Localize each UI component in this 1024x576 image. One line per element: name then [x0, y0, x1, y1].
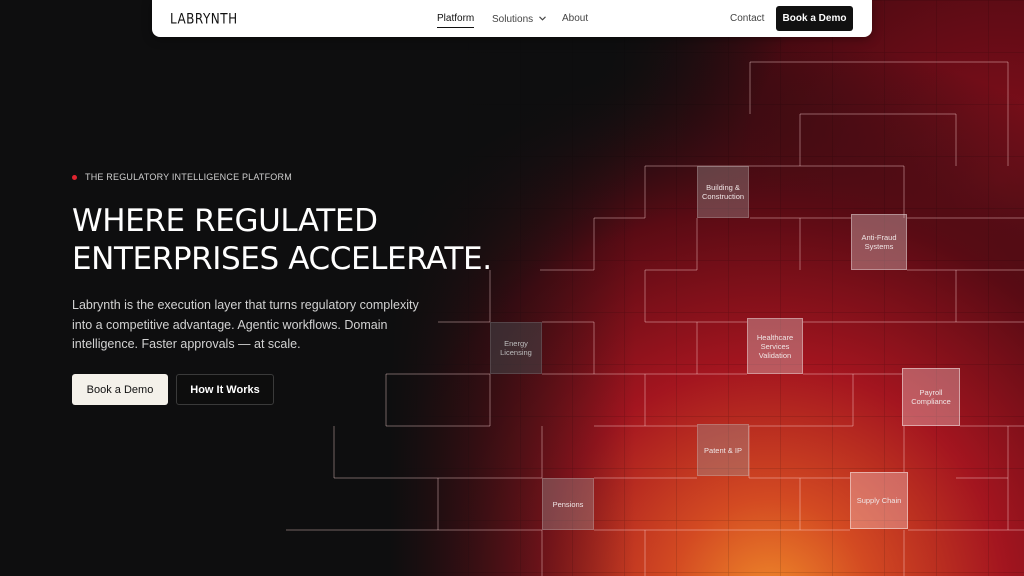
top-navbar: LABRYNTH Platform Solutions About Contac… — [152, 0, 872, 37]
how-it-works-button[interactable]: How It Works — [176, 374, 274, 405]
book-demo-button[interactable]: Book a Demo — [72, 374, 168, 405]
nav-link-label: Contact — [730, 13, 765, 24]
book-demo-nav-button[interactable]: Book a Demo — [776, 6, 853, 31]
eyebrow-text: THE REGULATORY INTELLIGENCE PLATFORM — [85, 172, 292, 182]
nav-link-about[interactable]: About — [562, 13, 588, 24]
headline-line-1: WHERE REGULATED — [72, 203, 378, 239]
tile-energy-licensing[interactable]: Energy Licensing — [490, 322, 542, 374]
nav-link-platform[interactable]: Platform — [437, 13, 475, 28]
headline-line-2: ENTERPRISES ACCELERATE. — [72, 241, 492, 277]
tile-supply-chain[interactable]: Supply Chain — [850, 472, 908, 529]
active-underline — [437, 27, 475, 28]
nav-link-solutions[interactable]: Solutions — [492, 13, 547, 25]
nav-link-label: About — [562, 13, 589, 24]
tile-building-construction[interactable]: Building & Construction — [697, 166, 749, 218]
hero-subtext: Labrynth is the execution layer that tur… — [72, 298, 419, 351]
hero-headline: WHERE REGULATED ENTERPRISES ACCELERATE. — [72, 202, 542, 278]
nav-link-contact[interactable]: Contact — [730, 13, 764, 24]
nav-link-label: Platform — [437, 13, 475, 24]
nav-link-label: Solutions — [492, 14, 534, 25]
tile-payroll-compliance[interactable]: Payroll Compliance — [902, 368, 960, 426]
tile-pensions[interactable]: Pensions — [542, 478, 594, 530]
tile-healthcare-validation[interactable]: Healthcare Services Validation — [747, 318, 803, 374]
brand-logo[interactable]: LABRYNTH — [170, 11, 238, 27]
red-dot-icon — [72, 174, 77, 180]
tile-patent-ip[interactable]: Patent & IP — [697, 424, 749, 476]
tile-anti-fraud-systems[interactable]: Anti-Fraud Systems — [851, 214, 907, 270]
hero-eyebrow: THE REGULATORY INTELLIGENCE PLATFORM — [72, 172, 492, 182]
chevron-down-icon — [539, 13, 547, 24]
